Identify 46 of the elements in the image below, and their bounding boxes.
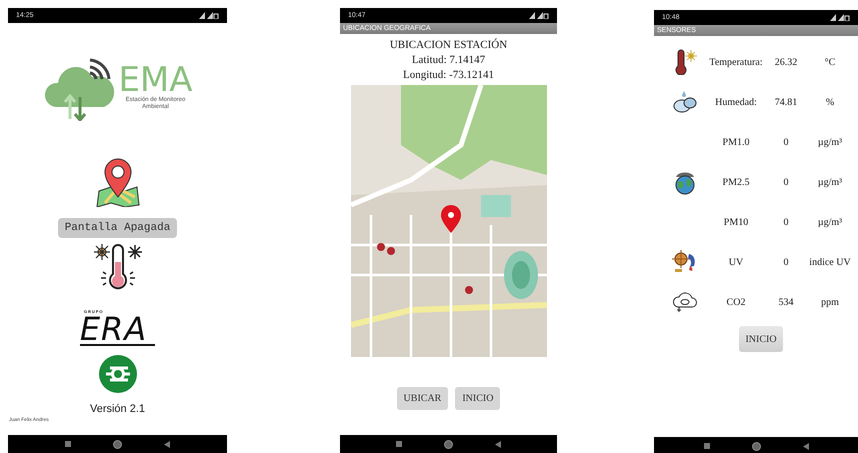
sensor-label: CO2	[726, 296, 746, 310]
sensor-value: 0	[782, 176, 790, 190]
sensor-unit: ppm	[820, 296, 840, 310]
version-label: Versión 2.1	[90, 403, 146, 416]
action-button[interactable]: UBICAR	[396, 387, 448, 410]
sensor-unit: µg/m³	[816, 216, 844, 230]
sensor-value: 0	[782, 136, 790, 150]
longitude-label: Longitud: -73.12141	[402, 68, 494, 83]
signal-icon	[529, 12, 549, 19]
signal-icon	[830, 14, 850, 21]
sensor-value: 74.81	[774, 96, 798, 110]
map-pin-icon	[94, 157, 140, 207]
sensor-value: 534	[778, 296, 794, 310]
sensor-value: 0	[782, 216, 790, 230]
brand-logo-text: ERA	[80, 314, 156, 346]
action-button[interactable]: INICIO	[455, 387, 500, 410]
location-heading: UBICACION ESTACIÓN	[390, 38, 508, 53]
sensor-label: Temperatura:	[708, 56, 764, 70]
sensor-value: 0	[782, 256, 790, 270]
sensor-label: PM2.5	[722, 176, 750, 190]
circle-logo-icon	[98, 354, 138, 394]
sensor-unit: °C	[824, 56, 836, 70]
sensor-unit: µg/m³	[816, 136, 844, 150]
sun-figure-icon	[672, 249, 698, 275]
signal-icon	[199, 12, 219, 19]
back-icon[interactable]	[164, 440, 170, 448]
screen-off-button[interactable]: Pantalla Apagada	[58, 218, 178, 238]
sensor-label: Humedad:	[714, 96, 758, 110]
back-icon[interactable]	[802, 442, 808, 450]
sensor-label: PM1.0	[722, 136, 750, 150]
home-icon[interactable]	[444, 440, 453, 448]
thermometer-icon	[92, 242, 142, 292]
back-icon[interactable]	[495, 440, 501, 448]
recent-apps-icon[interactable]	[704, 443, 710, 449]
home-icon[interactable]	[113, 440, 122, 448]
sensor-label: UV	[728, 256, 744, 270]
home-icon[interactable]	[752, 442, 760, 450]
sensor-unit: µg/m³	[816, 176, 844, 190]
sensor-unit: %	[824, 96, 836, 110]
home-button[interactable]: INICIO	[739, 326, 783, 352]
sensor-value: 26.32	[774, 56, 798, 70]
sensor-label: PM10	[722, 216, 750, 230]
logo-title: EMA	[118, 63, 193, 97]
sensor-unit: indice UV	[808, 256, 852, 270]
latitude-label: Latitud: 7.14147	[412, 53, 486, 68]
water-drops-icon	[672, 89, 698, 115]
